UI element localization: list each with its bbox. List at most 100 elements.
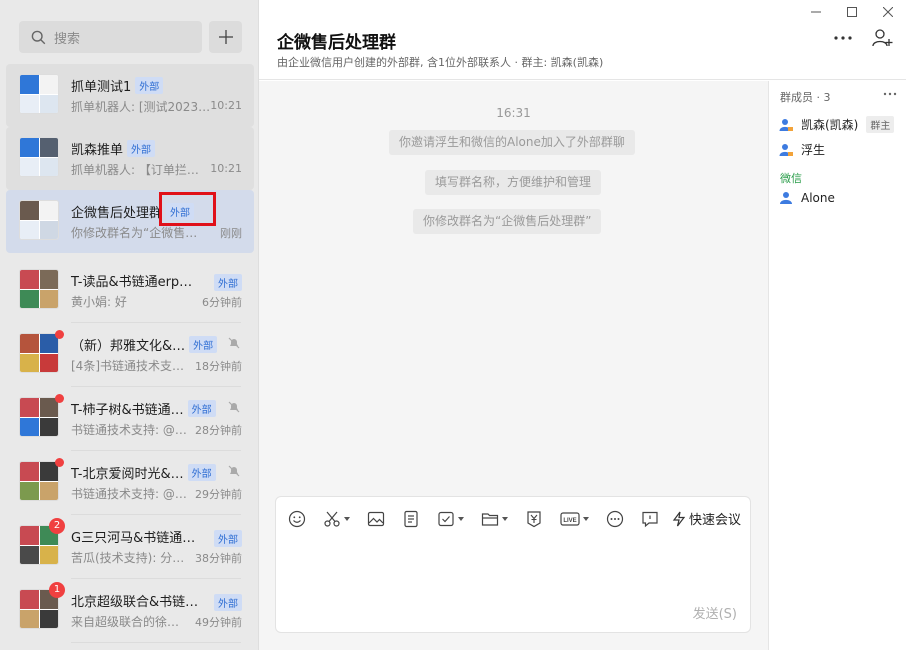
member-item[interactable]: 凯森(凯森) 群主 bbox=[779, 116, 895, 133]
member-count: 群成员 · 3 bbox=[780, 91, 831, 104]
close-button[interactable] bbox=[870, 0, 906, 24]
external-tag: 外部 bbox=[214, 530, 242, 547]
chat-header: 企微售后处理群 由企业微信用户创建的外部群, 含1位外部联系人 · 群主: 凯森… bbox=[259, 0, 906, 80]
minimize-button[interactable] bbox=[798, 0, 834, 24]
minimize-icon bbox=[811, 11, 821, 13]
live-button[interactable]: LIVE bbox=[560, 509, 589, 529]
conversation-item[interactable]: 1 北京超级联合&书链… 外部 来自超级联合的徐… 49分钟前 bbox=[6, 579, 254, 642]
conversation-item[interactable]: 凯森推单 外部 抓单机器人: 【订单拦… 10:21 bbox=[6, 127, 254, 190]
live-icon: LIVE bbox=[560, 512, 580, 526]
member-name: Alone bbox=[801, 191, 835, 205]
conversation-preview: 书链通技术支持: @… bbox=[71, 423, 187, 437]
conversation-time: 49分钟前 bbox=[195, 616, 242, 629]
document-button[interactable] bbox=[402, 509, 420, 529]
wechat-section-label: 微信 bbox=[780, 172, 802, 185]
folder-button[interactable] bbox=[481, 509, 508, 529]
image-button[interactable] bbox=[367, 509, 385, 529]
screenshot-button[interactable] bbox=[323, 509, 350, 529]
group-avatar bbox=[19, 137, 59, 177]
group-avatar bbox=[19, 461, 59, 501]
conversation-time: 10:21 bbox=[210, 99, 242, 112]
red-packet-button[interactable] bbox=[525, 509, 543, 529]
composer-toolbar: LIVE bbox=[288, 509, 676, 529]
conversation-item[interactable]: T-柿子树&书链通… 外部 书链通技术支持: @… 28分钟前 bbox=[6, 387, 254, 450]
group-avatar bbox=[19, 333, 59, 373]
unread-count-badge: 2 bbox=[49, 518, 65, 534]
send-button[interactable]: 发送(S) bbox=[693, 603, 737, 622]
external-tag: 外部 bbox=[214, 594, 242, 611]
member-name: 凯森(凯森) bbox=[801, 118, 859, 132]
mute-bell-icon bbox=[228, 465, 240, 477]
folder-icon bbox=[481, 513, 499, 526]
conversation-item[interactable]: （新）邦雅文化&… 外部 [4条]书链通技术支… 18分钟前 bbox=[6, 323, 254, 386]
conversation-name: 凯森推单 bbox=[71, 143, 124, 158]
maximize-icon bbox=[847, 7, 857, 17]
quick-meeting-button[interactable]: 快速会议 bbox=[672, 509, 741, 528]
conversation-name: 抓单测试1 bbox=[71, 80, 132, 95]
unread-dot bbox=[55, 458, 64, 467]
chevron-down-icon bbox=[458, 517, 464, 521]
chat-bubble-icon bbox=[642, 511, 658, 528]
external-tag: 外部 bbox=[127, 140, 156, 157]
member-item[interactable]: 浮生 bbox=[779, 141, 825, 158]
conversation-item-selected[interactable]: 企微售后处理群 外部 你修改群名为“企微售… 刚刚 bbox=[6, 190, 254, 253]
more-dots-icon bbox=[883, 92, 897, 96]
maximize-button[interactable] bbox=[834, 0, 870, 24]
user-icon bbox=[780, 192, 792, 204]
conversation-item[interactable]: T-读品&书链通erp… 外部 黄小娟: 好 6分钟前 bbox=[6, 259, 254, 322]
reply-button[interactable] bbox=[641, 509, 659, 529]
todo-button[interactable] bbox=[437, 509, 464, 529]
group-avatar bbox=[19, 397, 59, 437]
conversation-item[interactable]: 抓单测试1 外部 抓单机器人: [测试2023… 10:21 bbox=[6, 64, 254, 127]
svg-text:LIVE: LIVE bbox=[563, 518, 576, 524]
conversation-preview: 黄小娟: 好 bbox=[71, 295, 127, 309]
conversation-time: 刚刚 bbox=[220, 227, 242, 240]
create-button[interactable] bbox=[209, 21, 242, 53]
conversation-preview: 抓单机器人: [测试2023… bbox=[71, 100, 211, 114]
external-tag: 外部 bbox=[214, 274, 242, 291]
conversation-preview: 抓单机器人: 【订单拦… bbox=[71, 163, 199, 177]
member-more-button[interactable] bbox=[883, 87, 897, 105]
plus-icon bbox=[218, 30, 233, 44]
more-button[interactable] bbox=[833, 28, 853, 52]
chevron-down-icon bbox=[583, 517, 589, 521]
group-description: 由企业微信用户创建的外部群, 含1位外部联系人 · 群主: 凯森(凯森) bbox=[277, 56, 604, 69]
conversation-preview: 来自超级联合的徐… bbox=[71, 615, 180, 629]
checkbox-icon bbox=[438, 511, 454, 527]
window-controls bbox=[798, 0, 906, 24]
conversation-name: G三只河马&书链通… bbox=[71, 531, 196, 546]
conversation-preview: [4条]书链通技术支… bbox=[71, 359, 184, 373]
message-timestamp: 16:31 bbox=[496, 106, 531, 120]
conversation-time: 18分钟前 bbox=[195, 360, 242, 373]
conversation-name: T-柿子树&书链通… bbox=[71, 403, 184, 418]
conversation-name: 北京超级联合&书链… bbox=[71, 595, 199, 610]
conversation-list: 抓单测试1 外部 抓单机器人: [测试2023… 10:21 凯森推单 外部 抓单机… bbox=[0, 64, 258, 643]
yuan-icon bbox=[527, 511, 541, 528]
mute-bell-icon bbox=[228, 401, 240, 413]
conversation-name: （新）邦雅文化&… bbox=[71, 339, 186, 354]
unread-count-badge: 1 bbox=[49, 582, 65, 598]
conversation-item[interactable]: T-北京爱阅时光&… 外部 书链通技术支持: @… 29分钟前 bbox=[6, 451, 254, 514]
search-box[interactable]: 搜索 bbox=[19, 21, 202, 53]
system-message: 你邀请浮生和微信的Alone加入了外部群聊 bbox=[389, 130, 635, 155]
enterprise-user-icon bbox=[779, 143, 793, 156]
scissors-icon bbox=[324, 511, 340, 527]
enterprise-user-icon bbox=[779, 118, 793, 131]
conversation-time: 28分钟前 bbox=[195, 424, 242, 437]
add-user-icon bbox=[872, 29, 893, 47]
conversation-time: 6分钟前 bbox=[202, 296, 242, 309]
more-circle-icon bbox=[606, 510, 624, 528]
conversation-name: T-读品&书链通erp… bbox=[71, 275, 193, 290]
emoji-button[interactable] bbox=[288, 509, 306, 529]
more-tools-button[interactable] bbox=[606, 509, 624, 529]
conversation-item[interactable]: 2 G三只河马&书链通… 外部 苦瓜(技术支持): 分… 38分钟前 bbox=[6, 515, 254, 578]
page-title: 企微售后处理群 bbox=[277, 33, 396, 53]
quick-meeting-label: 快速会议 bbox=[689, 513, 742, 528]
member-item[interactable]: Alone bbox=[779, 191, 835, 205]
group-avatar bbox=[19, 200, 59, 240]
add-member-button[interactable] bbox=[871, 27, 893, 53]
conversation-name: T-北京爱阅时光&… bbox=[71, 467, 184, 482]
search-placeholder: 搜索 bbox=[54, 31, 81, 47]
message-composer[interactable]: LIVE 快速会议 发送(S) bbox=[275, 496, 751, 633]
external-tag: 外部 bbox=[135, 77, 164, 94]
